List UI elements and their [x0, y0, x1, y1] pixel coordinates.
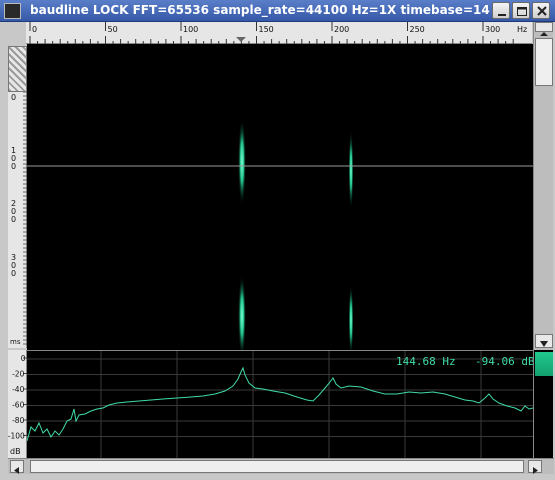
spectrogram-svg [27, 118, 533, 358]
scroll-down-button[interactable] [535, 334, 553, 348]
window-title: baudline LOCK FFT=65536 sample_rate=4410… [30, 3, 490, 17]
scroll-thumb-horizontal[interactable] [30, 460, 524, 473]
db-tick-label: -80 [12, 416, 24, 425]
level-meter-fill [535, 352, 553, 376]
time-tick-label: 200 [11, 199, 16, 224]
arrow-left-icon [14, 467, 19, 474]
scroll-right-button[interactable] [528, 460, 542, 474]
horizontal-scrollbar[interactable] [8, 458, 554, 474]
spectrogram-trace-144hz-lower [238, 274, 246, 358]
freq-tick-label: 250 [410, 25, 425, 34]
frequency-ruler[interactable]: 0 50 100 150 200 250 300 Hz [26, 22, 532, 44]
freq-tick-label: 0 [32, 25, 37, 34]
vertical-scrollbar[interactable] [533, 22, 553, 350]
spectrogram-trace-216hz-lower [348, 284, 354, 356]
close-button[interactable] [532, 2, 550, 19]
spectrogram-display[interactable] [27, 44, 533, 358]
time-ruler[interactable]: 0 1 0 0 2 0 0 3 0 0 ms [8, 92, 27, 348]
scroll-up-button[interactable] [535, 22, 553, 36]
db-tick-label: 0 [21, 354, 26, 363]
ruler-corner-hatch [8, 46, 27, 92]
freq-tick-label: 150 [259, 25, 274, 34]
cursor-marker-icon [236, 37, 246, 42]
scroll-left-button[interactable] [10, 460, 24, 474]
app-icon[interactable] [4, 3, 21, 19]
level-readout: -94.06 dB [475, 355, 535, 368]
arrow-down-icon [540, 341, 548, 347]
freq-tick-label: 200 [334, 25, 349, 34]
freq-tick-label: 300 [485, 25, 500, 34]
db-tick-label: -20 [12, 370, 24, 379]
minimize-button[interactable] [492, 2, 510, 19]
spectrum-y-axis: 0 -20 -40 -60 -80 -100 dB [8, 350, 27, 458]
spectrum-display[interactable]: 144.68 Hz -94.06 dB [26, 350, 535, 459]
freq-tick-label: 100 [183, 25, 198, 34]
arrow-up-icon [540, 32, 548, 36]
close-icon [537, 6, 547, 16]
db-tick-label: -40 [12, 385, 24, 394]
spectrogram-trace-216hz-upper [348, 130, 354, 210]
db-tick-label: -60 [12, 401, 24, 410]
spectrogram-trace-144hz-upper [238, 118, 246, 206]
time-unit-label: ms [10, 338, 21, 346]
freq-unit-label: Hz [517, 25, 527, 34]
db-unit-label: dB [10, 447, 21, 456]
db-tick-label: -100 [8, 432, 25, 441]
time-tick-label: 100 [11, 146, 16, 171]
time-tick-label: 0 [11, 93, 16, 102]
time-tick-label: 300 [11, 253, 16, 278]
arrow-right-icon [533, 467, 538, 474]
maximize-button[interactable] [512, 2, 530, 19]
minimize-icon [498, 14, 506, 16]
scroll-thumb[interactable] [535, 38, 553, 86]
frequency-readout: 144.68 Hz [396, 355, 456, 368]
maximize-icon [517, 7, 527, 16]
freq-tick-label: 50 [108, 25, 118, 34]
level-meter [533, 350, 553, 458]
spectrum-trace [26, 366, 534, 442]
